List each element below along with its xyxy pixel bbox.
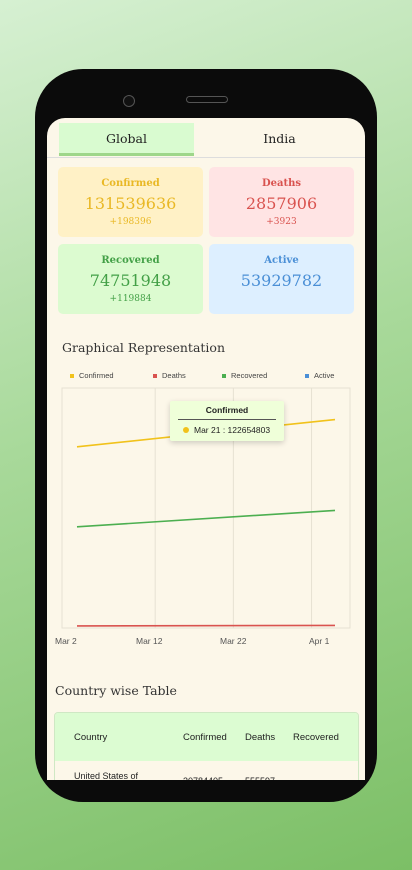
confirmed-card[interactable]: Confirmed 131539636 +198396 bbox=[58, 167, 203, 237]
tooltip-value: Mar 21 : 122654803 bbox=[194, 425, 271, 435]
legend-recovered[interactable]: Recovered bbox=[222, 371, 267, 380]
header-recovered[interactable]: Recovered bbox=[293, 732, 339, 743]
tab-bar: Global India bbox=[47, 123, 365, 158]
deaths-card[interactable]: Deaths 2857906 +3923 bbox=[209, 167, 354, 237]
cell-recovered: - bbox=[293, 776, 296, 780]
recovered-value: 74751948 bbox=[89, 271, 172, 290]
tooltip-divider bbox=[178, 419, 276, 420]
tooltip-series-dot bbox=[183, 427, 189, 433]
series-line-deaths bbox=[76, 624, 336, 627]
legend-confirmed-swatch bbox=[70, 374, 74, 379]
deaths-title: Deaths bbox=[261, 178, 302, 189]
legend-recovered-swatch bbox=[222, 374, 226, 379]
x-tick-label: Apr 1 bbox=[309, 636, 330, 646]
series-line-recovered bbox=[76, 509, 336, 528]
legend-deaths[interactable]: Deaths bbox=[153, 371, 186, 380]
legend-deaths-swatch bbox=[153, 374, 157, 379]
table-section-title: Country wise Table bbox=[55, 683, 177, 698]
x-tick-label: Mar 22 bbox=[220, 636, 247, 646]
app-screen: Global India Confirmed 131539636 +198396… bbox=[47, 118, 365, 780]
tab-global[interactable]: Global bbox=[59, 123, 194, 156]
table-header-row: Country Confirmed Deaths Recovered bbox=[55, 713, 358, 761]
recovered-card[interactable]: Recovered 74751948 +119884 bbox=[58, 244, 203, 314]
deaths-delta: +3923 bbox=[266, 217, 297, 227]
active-title: Active bbox=[264, 255, 299, 266]
confirmed-delta: +198396 bbox=[109, 217, 152, 227]
country-table: Country Confirmed Deaths Recovered Unite… bbox=[54, 712, 359, 780]
active-value: 53929782 bbox=[240, 271, 323, 290]
cell-confirmed: 30784405 bbox=[183, 776, 223, 780]
legend-confirmed[interactable]: Confirmed bbox=[70, 371, 114, 380]
tab-india[interactable]: India bbox=[194, 123, 365, 155]
legend-active-swatch bbox=[305, 374, 309, 379]
legend-recovered-label: Recovered bbox=[231, 371, 268, 380]
header-deaths[interactable]: Deaths bbox=[245, 732, 275, 743]
chart-section-title: Graphical Representation bbox=[62, 340, 226, 355]
confirmed-title: Confirmed bbox=[101, 178, 160, 189]
deaths-value: 2857906 bbox=[245, 194, 318, 213]
legend-confirmed-label: Confirmed bbox=[79, 371, 114, 380]
legend-active[interactable]: Active bbox=[305, 371, 334, 380]
phone-frame: Global India Confirmed 131539636 +198396… bbox=[35, 69, 377, 802]
header-country[interactable]: Country bbox=[74, 732, 107, 743]
x-tick-label: Mar 12 bbox=[136, 636, 163, 646]
recovered-delta: +119884 bbox=[109, 294, 152, 304]
chart-tooltip: Confirmed Mar 21 : 122654803 bbox=[170, 401, 284, 441]
active-card[interactable]: Active 53929782 bbox=[209, 244, 354, 314]
camera-icon bbox=[123, 95, 135, 107]
confirmed-value: 131539636 bbox=[84, 194, 177, 213]
tooltip-title: Confirmed bbox=[205, 405, 249, 415]
chart-series bbox=[76, 418, 336, 627]
legend-deaths-label: Deaths bbox=[162, 371, 186, 380]
cell-country: United States of bbox=[74, 771, 139, 780]
speaker-grille bbox=[186, 96, 228, 103]
x-tick-label: Mar 2 bbox=[55, 636, 77, 646]
recovered-title: Recovered bbox=[101, 255, 160, 266]
legend-active-label: Active bbox=[314, 371, 335, 380]
cell-deaths: 555597 bbox=[245, 776, 275, 780]
header-confirmed[interactable]: Confirmed bbox=[183, 732, 227, 743]
